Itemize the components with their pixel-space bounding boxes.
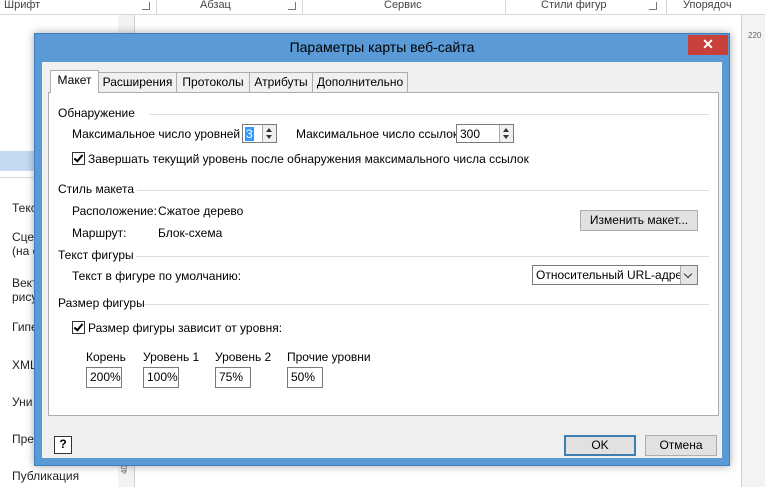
routing-value: Блок-схема [158, 226, 223, 240]
dialog-launcher-icon[interactable] [649, 2, 657, 10]
default-text-value: Относительный URL-адрес [536, 268, 689, 282]
spin-down-icon[interactable] [503, 135, 509, 139]
tab-panel-layout: Обнаружение Максимальное число уровней 3… [48, 92, 719, 416]
size-depends-on-level-label: Размер фигуры зависит от уровня: [88, 321, 283, 335]
chevron-down-icon[interactable] [680, 266, 697, 284]
left-pane-item[interactable]: Публикация [12, 469, 79, 483]
spin-down-icon[interactable] [266, 135, 272, 139]
max-levels-value: 3 [245, 127, 254, 141]
ribbon-group-shape-styles-label: Стили фигур [541, 0, 607, 11]
change-layout-button[interactable]: Изменить макет... [580, 210, 698, 231]
tab-advanced[interactable]: Дополнительно [312, 72, 408, 92]
tab-layout[interactable]: Макет [50, 70, 99, 93]
ribbon-group-font: Шрифт [4, 0, 154, 14]
size-input-level-1[interactable]: 100% [143, 367, 179, 388]
dialog-client-area: Макет Расширения Протоколы Атрибуты Допо… [42, 62, 722, 458]
section-title-discovery: Обнаружение [58, 106, 135, 120]
ribbon-group-arrange: Упорядоч [683, 0, 765, 14]
ribbon-group-paragraph: Абзац [200, 0, 300, 14]
max-links-value: 300 [460, 127, 481, 141]
left-pane-item[interactable]: Текс [12, 201, 37, 215]
level-label-root: Корень [86, 350, 126, 364]
ribbon-group-shape-styles: Стили фигур [541, 0, 661, 14]
close-icon: ✕ [702, 36, 714, 52]
default-text-dropdown[interactable]: Относительный URL-адрес [532, 265, 698, 285]
ok-button[interactable]: OK [564, 435, 636, 456]
default-text-label: Текст в фигуре по умолчанию: [72, 269, 242, 283]
section-title-shape-size: Размер фигуры [58, 296, 145, 310]
dialog-launcher-icon[interactable] [288, 2, 296, 10]
spinner-arrows[interactable] [262, 125, 276, 142]
tab-extensions[interactable]: Расширения [98, 72, 177, 92]
size-input-other[interactable]: 50% [287, 367, 323, 388]
size-input-level-2[interactable]: 75% [215, 367, 251, 388]
help-glyph: ? [59, 437, 67, 451]
max-levels-spinner[interactable]: 3 [242, 124, 277, 143]
section-title-layout-style: Стиль макета [58, 182, 135, 196]
spin-up-icon[interactable] [266, 128, 272, 132]
dialog-launcher-icon[interactable] [142, 2, 150, 10]
section-divider [136, 256, 709, 257]
spinner-arrows[interactable] [499, 125, 513, 142]
dialog-titlebar[interactable]: Параметры карты веб-сайта ✕ [35, 34, 729, 62]
left-pane-item[interactable]: Сце [12, 230, 34, 244]
section-divider [149, 114, 709, 115]
ribbon-group-paragraph-label: Абзац [200, 0, 231, 11]
left-pane-item[interactable]: XML [12, 358, 37, 372]
section-title-shape-text: Текст фигуры [58, 248, 134, 262]
level-label-2: Уровень 2 [215, 350, 272, 364]
ruler-number: 40 [119, 465, 129, 474]
max-links-spinner[interactable]: 300 [456, 124, 514, 143]
section-divider [144, 304, 709, 305]
level-label-1: Уровень 1 [143, 350, 200, 364]
max-levels-label: Максимальное число уровней [72, 127, 241, 141]
site-map-settings-dialog: Параметры карты веб-сайта ✕ Макет Расшир… [34, 33, 730, 466]
help-icon[interactable]: ? [54, 436, 72, 454]
complete-level-checkbox[interactable] [72, 152, 85, 165]
selected-item-highlight [0, 151, 36, 171]
spin-up-icon[interactable] [503, 128, 509, 132]
ribbon-group-tools-label: Сервис [384, 0, 422, 11]
placement-value: Сжатое дерево [158, 204, 244, 218]
ribbon-group-font-label: Шрифт [4, 0, 41, 11]
tab-protocols[interactable]: Протоколы [176, 72, 250, 92]
dialog-title: Параметры карты веб-сайта [289, 39, 475, 55]
routing-label: Маршрут: [72, 226, 127, 240]
close-button[interactable]: ✕ [688, 35, 728, 55]
ribbon-group-bar: Шрифт Абзац Сервис Стили фигур Упорядоч [0, 0, 765, 15]
size-depends-on-level-checkbox[interactable] [72, 321, 85, 334]
max-links-label: Максимальное число ссылок [296, 127, 459, 141]
ruler-number: 220 [748, 31, 762, 40]
ribbon-group-tools: Сервис [384, 0, 484, 14]
size-input-root[interactable]: 200% [86, 367, 122, 388]
left-pane-item[interactable]: Уни [12, 395, 32, 409]
complete-level-label: Завершать текущий уровень после обнаруже… [88, 152, 529, 166]
right-ruler-strip [741, 15, 765, 487]
placement-label: Расположение: [72, 204, 157, 218]
section-divider [137, 190, 709, 191]
level-label-other: Прочие уровни [287, 350, 371, 364]
ribbon-group-arrange-label: Упорядоч [683, 0, 732, 11]
cancel-button[interactable]: Отмена [645, 435, 717, 456]
tab-attributes[interactable]: Атрибуты [249, 72, 313, 92]
left-pane-item[interactable]: Пре [12, 432, 34, 446]
